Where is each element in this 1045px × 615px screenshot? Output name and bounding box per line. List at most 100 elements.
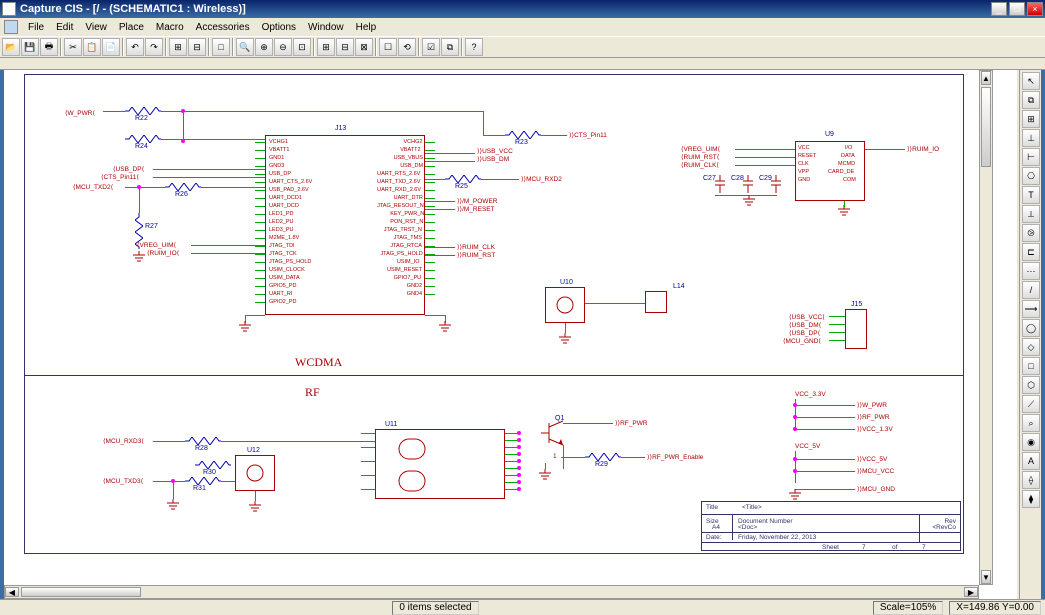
scroll-thumb-v[interactable]	[981, 87, 991, 167]
toolbar-button-22[interactable]: ⊟	[336, 38, 354, 56]
pin-stub	[255, 262, 265, 263]
palette-button-7[interactable]: ⟂	[1022, 205, 1040, 223]
palette-button-1[interactable]: ⧉	[1022, 91, 1040, 109]
palette-button-12[interactable]: ⟶	[1022, 300, 1040, 318]
menu-view[interactable]: View	[79, 20, 113, 35]
part-U11[interactable]	[375, 429, 505, 499]
toolbar-button-0[interactable]: 📂	[2, 38, 20, 56]
res-R22[interactable]	[125, 107, 161, 115]
toolbar-button-11[interactable]: ⊞	[169, 38, 187, 56]
toolbar-button-29[interactable]: ⧉	[441, 38, 459, 56]
toolbar-button-2[interactable]: 🖶	[40, 38, 58, 56]
res-R30[interactable]	[195, 461, 231, 469]
cap-C27[interactable]	[715, 175, 725, 193]
pin-u9-gnd: GND	[798, 177, 810, 183]
scrollbar-horizontal[interactable]: ◀ ▶	[4, 585, 979, 599]
palette-button-14[interactable]: ◇	[1022, 338, 1040, 356]
part-J15[interactable]	[845, 309, 867, 349]
wire	[191, 253, 265, 254]
part-L14[interactable]	[645, 291, 667, 313]
scroll-left-button[interactable]: ◀	[5, 587, 19, 597]
pin-stub	[425, 206, 435, 207]
toolbar-button-18[interactable]: ⊖	[274, 38, 292, 56]
u11-pin-stub-l	[361, 475, 375, 476]
gnd-q1	[539, 469, 551, 481]
scroll-right-button[interactable]: ▶	[964, 587, 978, 597]
palette-button-11[interactable]: /	[1022, 281, 1040, 299]
wire	[795, 405, 855, 406]
palette-button-13[interactable]: ◯	[1022, 319, 1040, 337]
close-button[interactable]: ×	[1027, 2, 1043, 16]
palette-button-10[interactable]: ⋯	[1022, 262, 1040, 280]
schematic-canvas[interactable]: WCDMA RF J13 VCHG1VBATT1GND1GND3USB_DPUA…	[4, 70, 984, 580]
palette-button-20[interactable]: A	[1022, 452, 1040, 470]
j13-pin-left-6: USB_PAD_2.6V	[269, 187, 309, 193]
menu-place[interactable]: Place	[113, 20, 150, 35]
palette-button-3[interactable]: ⊥	[1022, 129, 1040, 147]
wire	[425, 153, 475, 154]
gnd-j13r	[439, 321, 451, 333]
res-R24[interactable]	[125, 135, 161, 143]
toolbar-button-23[interactable]: ⊠	[355, 38, 373, 56]
palette-button-0[interactable]: ↖	[1022, 72, 1040, 90]
toolbar-button-26[interactable]: ⟲	[398, 38, 416, 56]
toolbar-button-28[interactable]: ☑	[422, 38, 440, 56]
toolbar-button-17[interactable]: ⊕	[255, 38, 273, 56]
scroll-up-button[interactable]: ▲	[981, 71, 991, 85]
toolbar-button-21[interactable]: ⊞	[317, 38, 335, 56]
palette-button-21[interactable]: ⟠	[1022, 471, 1040, 489]
palette-button-9[interactable]: ⊏	[1022, 243, 1040, 261]
menu-macro[interactable]: Macro	[150, 20, 190, 35]
menu-accessories[interactable]: Accessories	[190, 20, 256, 35]
menu-help[interactable]: Help	[350, 20, 383, 35]
palette-button-22[interactable]: ⧫	[1022, 490, 1040, 508]
toolbar-button-25[interactable]: ☐	[379, 38, 397, 56]
scrollbar-vertical[interactable]: ▲ ▼	[979, 70, 993, 585]
res-R26[interactable]	[165, 183, 201, 191]
res-R23[interactable]	[505, 131, 541, 139]
menu-file[interactable]: File	[22, 20, 50, 35]
toolbar-button-1[interactable]: 💾	[21, 38, 39, 56]
minimize-button[interactable]: _	[991, 2, 1007, 16]
palette-button-16[interactable]: ⬡	[1022, 376, 1040, 394]
palette-button-8[interactable]: ⧁	[1022, 224, 1040, 242]
palette-button-18[interactable]: ⌕	[1022, 414, 1040, 432]
scroll-down-button[interactable]: ▼	[981, 570, 991, 584]
toolbar-button-19[interactable]: ⊡	[293, 38, 311, 56]
res-R29[interactable]	[585, 453, 621, 461]
menu-window[interactable]: Window	[302, 20, 350, 35]
toolbar-button-4[interactable]: ✂	[64, 38, 82, 56]
toolbar-button-6[interactable]: 📄	[102, 38, 120, 56]
maximize-button[interactable]: □	[1009, 2, 1025, 16]
wire	[795, 471, 855, 472]
toolbar-button-16[interactable]: 🔍	[236, 38, 254, 56]
wire	[735, 165, 795, 166]
j13-pin-right-19: GND4	[407, 291, 422, 297]
res-R31[interactable]	[185, 477, 221, 485]
palette-button-6[interactable]: T	[1022, 186, 1040, 204]
palette-button-2[interactable]: ⊞	[1022, 110, 1040, 128]
palette-button-4[interactable]: ⊢	[1022, 148, 1040, 166]
res-R28[interactable]	[185, 437, 221, 445]
res-R25[interactable]	[445, 175, 481, 183]
scroll-thumb-h[interactable]	[21, 587, 141, 597]
doc-icon	[4, 20, 18, 34]
palette-button-15[interactable]: □	[1022, 357, 1040, 375]
ref-U12: U12	[247, 447, 260, 454]
j13-pin-right-1: VBATT2	[400, 147, 420, 153]
palette-button-5[interactable]: ⎔	[1022, 167, 1040, 185]
palette-button-17[interactable]: ⟋	[1022, 395, 1040, 413]
titleblock: Title <Title> Size A4 Document Number <D…	[701, 501, 961, 551]
toolbar-button-5[interactable]: 📋	[83, 38, 101, 56]
tb-of-lbl: of	[892, 544, 897, 551]
toolbar-button-8[interactable]: ↶	[126, 38, 144, 56]
toolbar-button-14[interactable]: □	[212, 38, 230, 56]
toolbar-button-9[interactable]: ↷	[145, 38, 163, 56]
cap-C28[interactable]	[743, 175, 753, 193]
menu-options[interactable]: Options	[256, 20, 302, 35]
palette-button-19[interactable]: ◉	[1022, 433, 1040, 451]
toolbar-button-12[interactable]: ⊟	[188, 38, 206, 56]
toolbar-button-31[interactable]: ?	[465, 38, 483, 56]
menu-edit[interactable]: Edit	[50, 20, 79, 35]
cap-C29[interactable]	[771, 175, 781, 193]
